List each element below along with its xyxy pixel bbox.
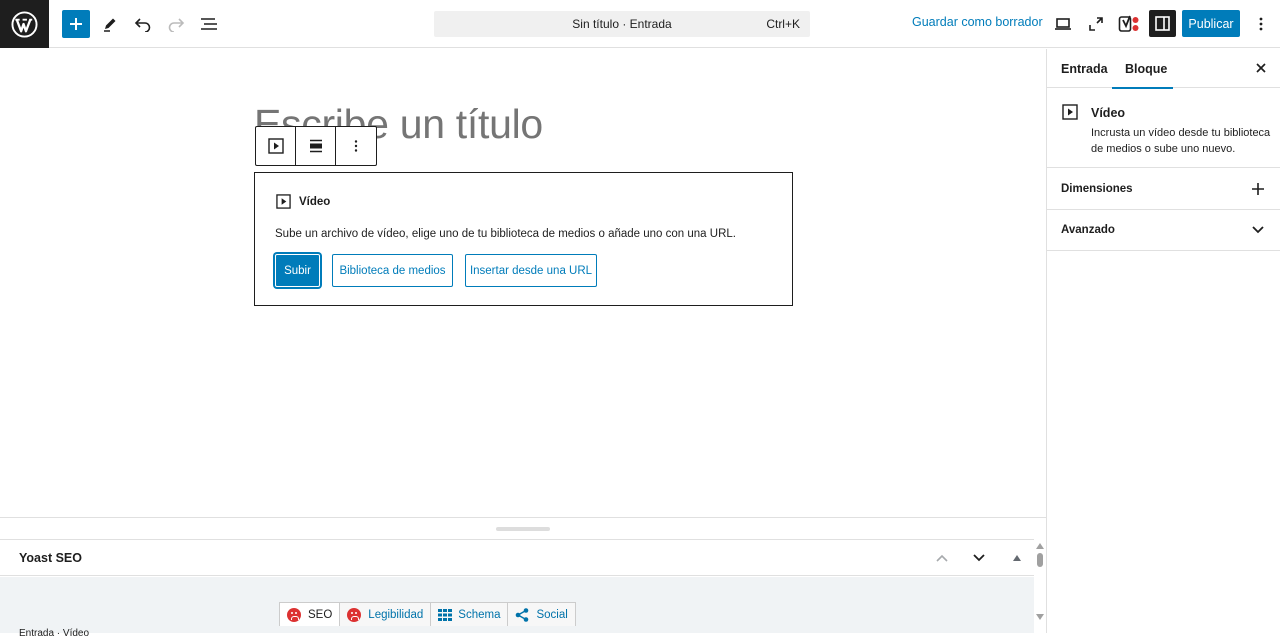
tab-post[interactable]: Entrada — [1061, 62, 1108, 76]
move-down-button[interactable] — [965, 544, 993, 572]
panel-dimensions[interactable]: Dimensiones — [1047, 169, 1280, 210]
undo-icon — [134, 18, 151, 32]
options-menu-button[interactable] — [1247, 10, 1275, 38]
sidebar-tabs: Entrada Bloque — [1047, 49, 1280, 89]
preview-button[interactable] — [1049, 10, 1077, 38]
tab-schema[interactable]: Schema — [430, 602, 509, 626]
video-block-placeholder[interactable]: Vídeo Sube un archivo de vídeo, elige un… — [254, 172, 793, 306]
editor-header: Sin título · Entrada Ctrl+K Guardar como… — [0, 0, 1280, 48]
block-toolbar — [255, 126, 377, 166]
publish-button[interactable]: Publicar — [1182, 10, 1240, 37]
wordpress-logo-button[interactable] — [0, 0, 49, 48]
settings-sidebar: Entrada Bloque Vídeo Incrusta un vídeo d… — [1046, 49, 1280, 633]
block-card-description: Incrusta un vídeo desde tu biblioteca de… — [1091, 127, 1271, 155]
tab-readability[interactable]: Legibilidad — [339, 602, 432, 626]
yoast-tabs: SEO Legibilidad Schema Social — [279, 602, 576, 626]
block-type-button[interactable] — [256, 127, 296, 165]
external-view-icon — [1089, 17, 1103, 31]
list-view-icon — [201, 18, 217, 30]
yoast-icon — [1118, 15, 1139, 32]
tab-block[interactable]: Bloque — [1111, 62, 1174, 89]
desktop-icon — [1055, 18, 1071, 30]
video-icon — [276, 194, 291, 209]
sad-face-icon — [287, 607, 301, 622]
video-icon — [267, 138, 284, 154]
sad-face-icon — [347, 607, 362, 622]
plus-icon — [70, 18, 82, 30]
scrollbar-thumb[interactable] — [1037, 553, 1043, 567]
chevron-down-icon — [973, 554, 985, 562]
yoast-metabox-body: SEO Legibilidad Schema Social — [0, 577, 1034, 633]
block-breadcrumb: Entrada · Vídeo — [19, 628, 90, 639]
document-overview-button[interactable] — [195, 10, 223, 38]
wordpress-icon — [11, 10, 38, 38]
scroll-up-arrow-icon — [1036, 543, 1044, 549]
metabox-scrollbar[interactable] — [1034, 539, 1046, 633]
close-sidebar-button[interactable] — [1253, 60, 1269, 76]
video-icon — [1062, 104, 1078, 120]
video-block-label: Vídeo — [299, 195, 331, 208]
block-card-title: Vídeo — [1091, 106, 1126, 120]
chevron-down-icon — [1250, 222, 1266, 238]
plus-icon — [1250, 181, 1266, 197]
panel-advanced[interactable]: Avanzado — [1047, 210, 1280, 251]
grid-icon — [438, 608, 453, 621]
add-block-button[interactable] — [62, 10, 90, 38]
block-options-button[interactable] — [336, 127, 376, 165]
metabox-resize-handle[interactable] — [496, 527, 550, 531]
yoast-seo-button[interactable] — [1115, 10, 1143, 38]
metabox-title: Yoast SEO — [19, 551, 82, 565]
video-block-header: Vídeo — [276, 194, 330, 209]
video-block-description: Sube un archivo de vídeo, elige uno de t… — [275, 228, 736, 240]
redo-button[interactable] — [162, 10, 190, 38]
align-button[interactable] — [296, 127, 336, 165]
save-draft-button[interactable]: Guardar como borrador — [912, 15, 1043, 29]
metabox-resize-area — [0, 517, 1046, 539]
tab-seo[interactable]: SEO — [279, 602, 341, 626]
upload-button[interactable]: Subir — [275, 254, 320, 287]
more-vertical-icon — [1259, 17, 1263, 31]
tab-label: Social — [536, 608, 568, 621]
editor-canvas: Escribe un título Vídeo Sube un archivo … — [0, 49, 1046, 517]
sidebar-icon — [1155, 16, 1170, 31]
share-icon — [516, 607, 529, 622]
panel-title: Avanzado — [1061, 224, 1115, 236]
scroll-down-arrow-icon — [1036, 614, 1044, 620]
insert-url-button[interactable]: Insertar desde una URL — [465, 254, 597, 287]
block-card: Vídeo Incrusta un vídeo desde tu bibliot… — [1047, 89, 1280, 168]
settings-toggle-button[interactable] — [1149, 10, 1176, 37]
move-up-button[interactable] — [928, 544, 956, 572]
tab-label: Schema — [458, 608, 501, 621]
triangle-up-icon — [1013, 555, 1021, 561]
redo-icon — [168, 18, 185, 32]
align-icon — [309, 139, 322, 153]
more-vertical-icon — [354, 140, 358, 152]
tab-label: Legibilidad — [368, 608, 424, 621]
close-icon — [1256, 63, 1266, 73]
panel-title: Dimensiones — [1061, 183, 1133, 195]
tab-social[interactable]: Social — [507, 602, 576, 626]
chevron-up-icon — [936, 554, 948, 562]
media-library-button[interactable]: Biblioteca de medios — [332, 254, 453, 287]
tools-button[interactable] — [96, 10, 124, 38]
view-post-button[interactable] — [1082, 10, 1110, 38]
yoast-metabox-header[interactable]: Yoast SEO — [0, 539, 1034, 576]
undo-button[interactable] — [129, 10, 157, 38]
command-palette-bar[interactable]: Sin título · Entrada Ctrl+K — [434, 11, 810, 37]
tab-label: SEO — [308, 608, 333, 621]
document-title: Sin título · Entrada — [572, 17, 672, 31]
command-shortcut: Ctrl+K — [766, 17, 800, 31]
toggle-panel-button[interactable] — [1003, 544, 1031, 572]
pencil-icon — [104, 18, 116, 32]
